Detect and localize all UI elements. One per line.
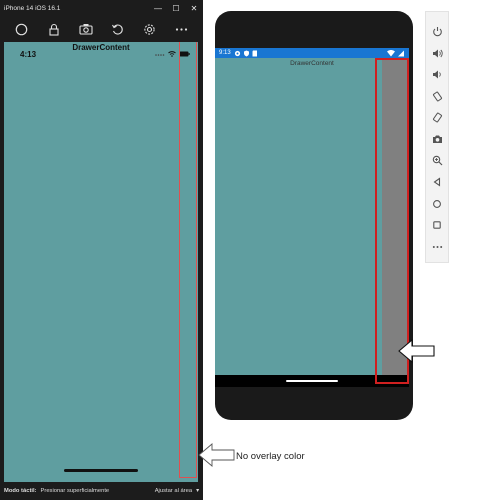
- overview-icon[interactable]: [429, 215, 445, 237]
- fit-to-area-label[interactable]: Ajustar al área: [155, 488, 192, 494]
- ios-bottom-bar: Modo táctil: Presionar superficialmente …: [0, 482, 203, 500]
- ios-app-screen: 4:13 DrawerContent: [4, 42, 198, 482]
- screenshot-icon[interactable]: [78, 21, 94, 37]
- rotate-icon[interactable]: [109, 21, 125, 37]
- more-icon[interactable]: [173, 21, 189, 37]
- arrow-left-icon: [398, 339, 435, 363]
- chevron-down-icon[interactable]: ▾: [196, 488, 199, 494]
- page-title: DrawerContent: [72, 43, 130, 52]
- android-status-bar: 9:13: [215, 48, 409, 58]
- home-icon[interactable]: [14, 21, 30, 37]
- emulator-side-toolbar: [425, 11, 449, 263]
- settings-icon: [234, 50, 240, 56]
- minimize-button[interactable]: —: [149, 0, 167, 16]
- ios-simulator-window: iPhone 14 iOS 16.1 — ☐ ✕ 4:13 DrawerCont…: [0, 0, 203, 500]
- touch-mode-label: Modo táctil:: [4, 488, 37, 494]
- status-time: 9:13: [219, 50, 231, 56]
- back-icon[interactable]: [429, 172, 445, 194]
- settings-icon[interactable]: [141, 21, 157, 37]
- overlay-highlight-box: [375, 58, 409, 384]
- home-gesture-bar[interactable]: [286, 380, 338, 382]
- signal-icon: [155, 53, 165, 56]
- drawer-area-highlight: [179, 42, 197, 478]
- annotation-label: No overlay color: [236, 451, 305, 462]
- rotate-left-icon[interactable]: [429, 86, 445, 108]
- maximize-button[interactable]: ☐: [167, 0, 185, 16]
- lock-icon[interactable]: [46, 21, 62, 37]
- volume-down-icon[interactable]: [429, 64, 445, 86]
- power-icon[interactable]: [429, 21, 445, 43]
- camera-icon[interactable]: [429, 129, 445, 151]
- volume-up-icon[interactable]: [429, 43, 445, 65]
- wifi-icon: [387, 49, 395, 56]
- rotate-right-icon[interactable]: [429, 107, 445, 129]
- close-button[interactable]: ✕: [185, 0, 203, 16]
- arrow-left-icon: [198, 443, 235, 467]
- shield-icon: [243, 50, 249, 56]
- ios-titlebar: iPhone 14 iOS 16.1 — ☐ ✕: [0, 0, 203, 16]
- touch-mode-value[interactable]: Presionar superficialmente: [41, 488, 110, 494]
- sd-card-icon: [252, 50, 257, 56]
- more-icon[interactable]: [429, 236, 445, 258]
- home-indicator[interactable]: [64, 469, 138, 472]
- ios-toolbar: [0, 16, 203, 42]
- window-title: iPhone 14 iOS 16.1: [4, 4, 61, 12]
- battery-icon: [398, 50, 404, 56]
- home-icon[interactable]: [429, 193, 445, 215]
- zoom-icon[interactable]: [429, 150, 445, 172]
